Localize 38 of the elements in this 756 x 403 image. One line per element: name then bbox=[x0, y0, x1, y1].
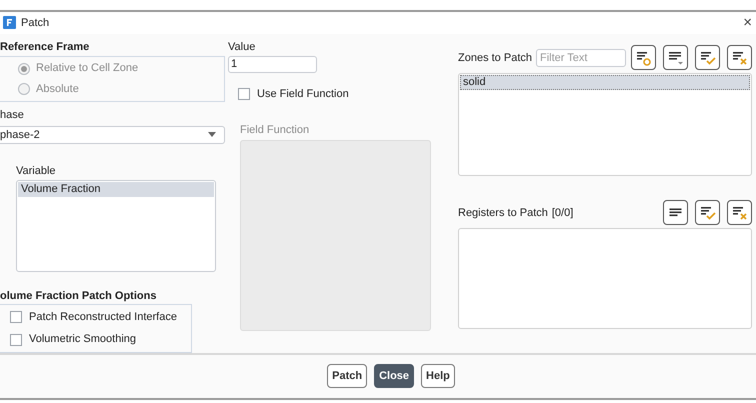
list-icon bbox=[669, 208, 682, 218]
list-button[interactable] bbox=[663, 200, 688, 226]
radio-label: Absolute bbox=[36, 82, 79, 97]
dialog-button[interactable]: Patch bbox=[327, 364, 368, 388]
list-label: Registers to Patch bbox=[458, 206, 548, 221]
app-logo-icon bbox=[3, 16, 16, 30]
value-input[interactable]: 1 bbox=[228, 56, 317, 73]
list-item[interactable]: solid bbox=[460, 74, 750, 90]
close-button[interactable]: × bbox=[743, 15, 752, 30]
field-label: Value bbox=[228, 40, 256, 54]
filter-list-button[interactable] bbox=[631, 45, 656, 70]
section-label: olume Fraction Patch Options bbox=[0, 288, 158, 303]
caret-icon bbox=[208, 132, 216, 138]
list-dropdown-button[interactable] bbox=[663, 45, 688, 70]
deselect-all-button[interactable] bbox=[727, 45, 752, 70]
deselect-all-button[interactable] bbox=[727, 200, 752, 226]
list-label: Zones to Patch bbox=[458, 50, 532, 66]
checkbox-label: Volumetric Smoothing bbox=[29, 332, 136, 348]
checkbox[interactable] bbox=[238, 88, 250, 100]
phase-dropdown[interactable]: phase-2 bbox=[0, 126, 225, 144]
select-all-button[interactable] bbox=[695, 200, 720, 226]
checkbox-label: Patch Reconstructed Interface bbox=[29, 310, 177, 325]
list-item[interactable]: Volume Fraction bbox=[18, 182, 214, 197]
field-label: hase bbox=[0, 108, 25, 122]
field-label: Variable bbox=[16, 164, 57, 178]
filter-input[interactable]: Filter Text bbox=[536, 48, 626, 67]
section-label: Reference Frame bbox=[0, 40, 90, 54]
select-all-button[interactable] bbox=[695, 45, 720, 70]
radio-label: Relative to Cell Zone bbox=[36, 61, 138, 76]
register-count: [0/0] bbox=[552, 206, 574, 221]
checkbox[interactable] bbox=[10, 311, 22, 324]
dropdown-value: phase-2 bbox=[0, 128, 40, 143]
checkbox[interactable] bbox=[10, 334, 22, 346]
checkbox-label: Use Field Function bbox=[257, 86, 349, 102]
window-title: Patch bbox=[21, 16, 50, 31]
field-label: Field Function bbox=[240, 123, 310, 138]
dialog-button[interactable]: Help bbox=[421, 364, 455, 388]
dialog-button[interactable]: Close bbox=[374, 364, 414, 388]
